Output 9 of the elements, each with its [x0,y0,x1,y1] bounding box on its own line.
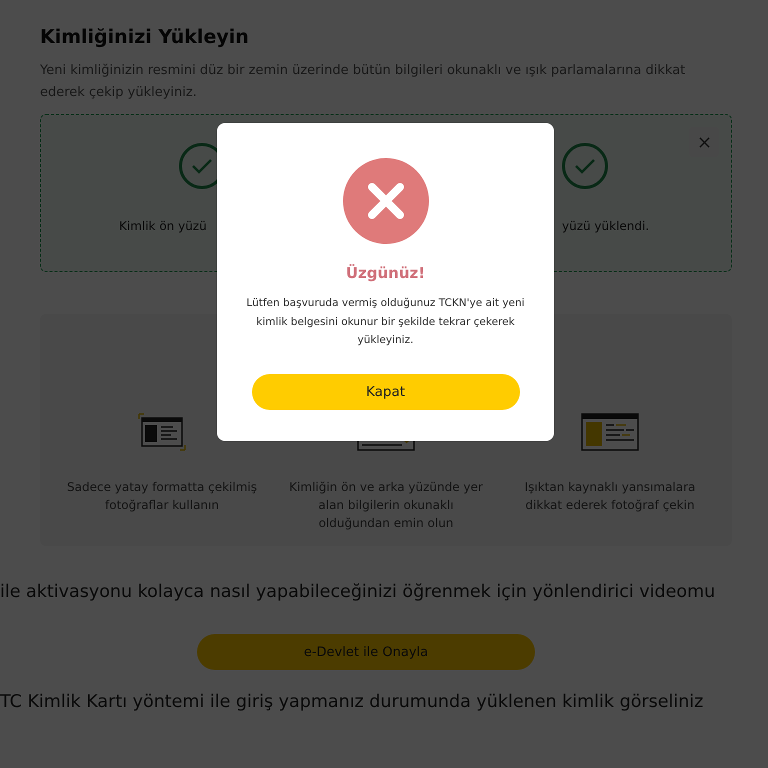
dialog-title: Üzgünüz! [346,264,426,282]
close-button[interactable]: Kapat [252,374,520,410]
upload-status-text: Kimlik ön yüzü [119,219,207,233]
dialog-message: Lütfen başvuruda vermiş olduğunuz TCKN'ye ait yeni kimlik belgesini okunur bir şekilde tekrar çekerek yükleyiniz. [245,296,526,348]
upload-status-text: yüzü yüklendi. [562,219,650,233]
video-text: ile aktivasyonu kolayca nasıl yapabileceğinizi öğrenmek için yönlendirici videomu [0,582,716,602]
footer-text: TC Kimlik Kartı yöntemi ile giriş yapmanız durumunda yüklenen kimlik görseliniz [0,692,704,712]
page-title: Kimliğinizi Yükleyin [40,26,250,48]
error-icon [342,158,428,244]
